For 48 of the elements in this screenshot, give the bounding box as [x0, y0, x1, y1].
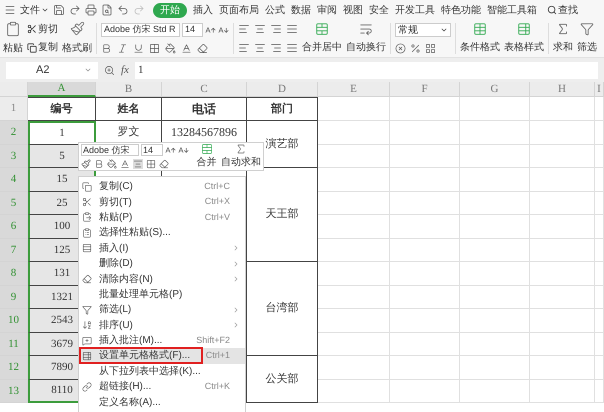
column-header[interactable]: G [460, 82, 530, 97]
ribbon-tab[interactable]: 插入 [193, 2, 213, 18]
ribbon-tab[interactable]: 安全 [369, 2, 389, 18]
column-header[interactable]: E [318, 82, 390, 97]
font-name-field[interactable]: Adobe 仿宋 Std R [101, 23, 180, 37]
ribbon-tab[interactable]: 特色功能 [441, 2, 481, 18]
ribbon-tab[interactable]: 公式 [265, 2, 285, 18]
ribbon-tab[interactable]: 审阅 [317, 2, 337, 18]
table-cell: 公关部 [247, 356, 318, 403]
function-label[interactable]: fx [121, 62, 129, 78]
table-cell: 1 [28, 121, 96, 144]
table-cell: 编号 [28, 97, 96, 121]
table-style-button[interactable]: 表格样式 [504, 20, 544, 57]
ribbon-tab[interactable]: 智能工具箱 [487, 2, 537, 18]
paste-button[interactable]: 粘贴 [3, 20, 23, 57]
name-box[interactable]: A2 [6, 62, 98, 78]
table-cell: 台湾部 [247, 262, 318, 356]
column-header[interactable]: I [595, 82, 604, 97]
ribbon-tab[interactable]: 页面布局 [219, 2, 259, 18]
wrap-text-button[interactable]: 自动换行 [346, 20, 386, 57]
table-cell: 姓名 [96, 97, 162, 121]
ribbon-tab[interactable]: 开发工具 [395, 2, 435, 18]
font-size-field[interactable]: 14 [141, 144, 163, 156]
table-cell: 天王部 [247, 168, 318, 262]
file-menu[interactable]: 文件 [20, 2, 49, 18]
conditional-format-button[interactable]: 条件格式 [460, 20, 500, 57]
merge-center-button[interactable]: 合并居中 [302, 20, 342, 57]
copy-button[interactable]: 复制 [27, 40, 58, 56]
autosum-button[interactable]: 自动求和 [221, 143, 261, 170]
cut-button[interactable]: 剪切 [27, 22, 58, 37]
search-button[interactable]: 查找 [547, 2, 578, 18]
sum-button[interactable]: 求和 [553, 20, 573, 57]
font-size-field[interactable]: 14 [182, 23, 203, 37]
filter-button[interactable]: 筛选 [577, 20, 597, 57]
menu-item[interactable]: 设置单元格格式(F)... Ctrl+1 [79, 348, 245, 364]
number-format-field[interactable]: 常规 [395, 23, 451, 37]
table-cell: 部门 [247, 97, 318, 121]
column-header[interactable]: B [96, 82, 162, 97]
column-header[interactable]: F [390, 82, 460, 97]
column-header[interactable]: D [247, 82, 318, 97]
ribbon-tab[interactable]: 数据 [291, 2, 311, 18]
font-name-field[interactable]: Adobe 仿宋 [81, 144, 139, 156]
formula-field[interactable]: 1 [134, 62, 598, 78]
merge-button[interactable]: 合并 [195, 143, 218, 170]
column-header[interactable]: H [530, 82, 595, 97]
ribbon-tab[interactable]: 视图 [343, 2, 363, 18]
column-header[interactable]: C [162, 82, 247, 97]
format-painter-button[interactable]: 格式刷 [62, 20, 92, 57]
